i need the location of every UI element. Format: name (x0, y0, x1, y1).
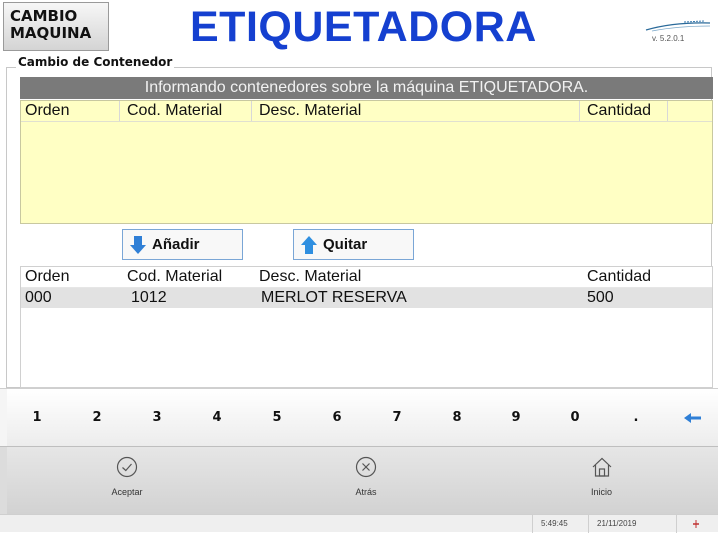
column-header-orden: Orden (25, 268, 70, 285)
column-header-cod-material: Cod. Material (127, 102, 223, 119)
add-button-label: Añadir (152, 236, 200, 253)
machine-containers-table[interactable]: Orden Cod. Material Desc. Material Canti… (20, 266, 713, 388)
column-separator (251, 101, 252, 121)
back-button[interactable]: Atrás (247, 447, 486, 514)
column-header-cantidad: Cantidad (587, 268, 652, 285)
status-time: 5:49:45 (532, 515, 591, 533)
change-machine-label-line2: MAQUINA (10, 24, 92, 42)
cell-orden: 000 (25, 289, 52, 306)
cell-cantidad: 500 (587, 289, 614, 306)
table-header: Orden Cod. Material Desc. Material Canti… (21, 101, 712, 122)
arrow-down-icon (130, 236, 146, 254)
key-1[interactable]: 1 (7, 389, 68, 447)
key-4[interactable]: 4 (187, 389, 248, 447)
numeric-keypad: 1 2 3 4 5 6 7 8 9 0 . (0, 388, 718, 447)
status-bar: 5:49:45 21/11/2019 (0, 514, 718, 533)
add-button[interactable]: Añadir (122, 229, 243, 260)
check-circle-icon (116, 456, 138, 478)
cell-cod-material: 1012 (131, 289, 167, 306)
remove-button-label: Quitar (323, 236, 368, 253)
home-label: Inicio (590, 487, 612, 497)
close-circle-icon (355, 456, 377, 478)
column-separator (579, 101, 580, 121)
backspace-icon (683, 412, 701, 423)
key-7[interactable]: 7 (367, 389, 428, 447)
home-icon (592, 457, 611, 477)
key-3[interactable]: 3 (127, 389, 188, 447)
change-machine-button[interactable]: CAMBIO MAQUINA (3, 2, 109, 51)
available-containers-table[interactable]: Orden Cod. Material Desc. Material Canti… (20, 100, 713, 224)
back-label: Atrás (355, 487, 377, 497)
home-button[interactable]: Inicio (485, 447, 718, 514)
column-separator (119, 101, 120, 121)
remove-button[interactable]: Quitar (293, 229, 414, 260)
version-label: v. 5.2.0.1 (652, 34, 685, 43)
column-header-desc-material: Desc. Material (259, 268, 362, 285)
key-5[interactable]: 5 (247, 389, 308, 447)
column-separator (667, 101, 668, 121)
column-header-desc-material: Desc. Material (259, 102, 362, 119)
key-2[interactable]: 2 (67, 389, 128, 447)
accept-label: Aceptar (111, 487, 143, 497)
info-banner: Informando contenedores sobre la máquina… (20, 77, 713, 99)
column-header-cantidad: Cantidad (587, 102, 652, 119)
key-8[interactable]: 8 (427, 389, 488, 447)
accept-button[interactable]: Aceptar (7, 447, 248, 514)
column-header-orden: Orden (25, 102, 70, 119)
column-header-cod-material: Cod. Material (127, 268, 223, 285)
arrow-up-icon (301, 236, 317, 254)
connection-status-icon (676, 515, 718, 533)
table-row[interactable]: 000 1012 MERLOT RESERVA 500 (21, 288, 712, 308)
cell-desc-material: MERLOT RESERVA (261, 289, 407, 306)
app-title: ETIQUETADORA (190, 3, 537, 51)
key-0[interactable]: 0 (545, 389, 606, 447)
key-backspace[interactable] (667, 389, 718, 447)
table-header: Orden Cod. Material Desc. Material Canti… (21, 267, 712, 288)
key-decimal[interactable]: . (605, 389, 668, 447)
bottom-navigation: Aceptar Atrás Inicio (0, 446, 718, 514)
group-title: Cambio de Contenedor (16, 55, 175, 69)
change-machine-label-line1: CAMBIO (10, 7, 78, 25)
brand-logo (645, 20, 711, 32)
key-6[interactable]: 6 (307, 389, 368, 447)
key-9[interactable]: 9 (487, 389, 546, 447)
status-date: 21/11/2019 (588, 515, 679, 533)
